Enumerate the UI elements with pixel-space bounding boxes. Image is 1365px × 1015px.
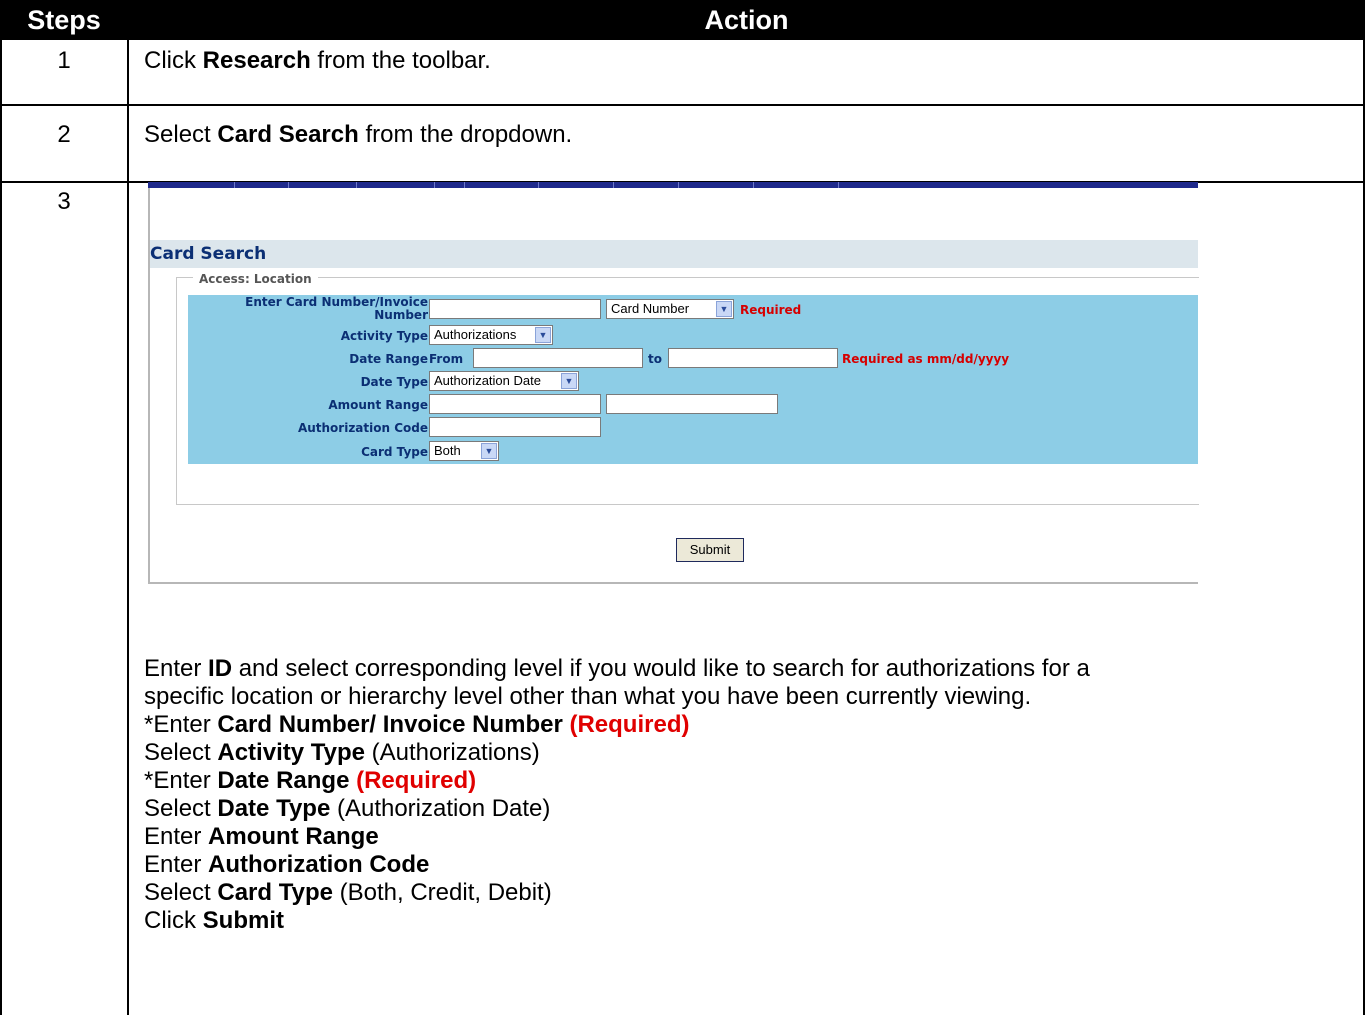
required-label: Required bbox=[740, 303, 802, 317]
screenshot-border bbox=[148, 582, 1198, 584]
table-header: Steps Action bbox=[0, 0, 1365, 40]
chevron-down-icon[interactable]: ▼ bbox=[481, 443, 497, 459]
to-label: to bbox=[648, 352, 662, 366]
form-row-card-type: Card Type Both ▼ bbox=[188, 439, 1198, 465]
instruction-line: Enter Amount Range bbox=[144, 823, 379, 850]
instruction-line: specific location or hierarchy level oth… bbox=[144, 683, 1032, 710]
form-row-authorization-code: Authorization Code bbox=[188, 416, 1198, 440]
step-action: Select Card Search from the dropdown. bbox=[144, 121, 572, 149]
step-3-instructions: Enter ID and select corresponding level … bbox=[144, 655, 1344, 935]
form-row-date-type: Date Type Authorization Date ▼ bbox=[188, 370, 1198, 394]
chevron-down-icon[interactable]: ▼ bbox=[535, 327, 551, 343]
instruction-line: *Enter Card Number/ Invoice Number (Requ… bbox=[144, 711, 690, 738]
form-row-activity-type: Activity Type Authorizations ▼ bbox=[188, 324, 1198, 348]
form-row-card-number: Enter Card Number/Invoice Number Card Nu… bbox=[188, 295, 1198, 325]
activity-type-select[interactable]: Authorizations ▼ bbox=[429, 325, 553, 345]
step-text: Click bbox=[144, 47, 203, 74]
card-number-type-select[interactable]: Card Number ▼ bbox=[606, 299, 734, 319]
amount-max-input[interactable] bbox=[606, 394, 778, 414]
chevron-down-icon[interactable]: ▼ bbox=[561, 373, 577, 389]
nav-bar bbox=[148, 182, 1198, 188]
date-to-input[interactable] bbox=[668, 348, 838, 368]
steps-header: Steps bbox=[27, 5, 101, 35]
activity-type-label: Activity Type bbox=[340, 329, 428, 343]
from-label: From bbox=[429, 352, 464, 366]
step-number: 2 bbox=[57, 121, 71, 148]
date-type-select[interactable]: Authorization Date ▼ bbox=[429, 371, 579, 391]
steps-table: Steps Action 1 Click Research from the t… bbox=[0, 0, 1365, 1015]
authorization-code-input[interactable] bbox=[429, 417, 601, 437]
instruction-line: Select Activity Type (Authorizations) bbox=[144, 739, 540, 766]
column-divider bbox=[127, 40, 129, 1015]
card-number-label: Enter Card Number/Invoice Number bbox=[245, 296, 428, 322]
chevron-down-icon[interactable]: ▼ bbox=[716, 301, 732, 317]
form-row-amount-range: Amount Range bbox=[188, 393, 1198, 417]
left-border bbox=[0, 40, 2, 1015]
date-type-label: Date Type bbox=[360, 375, 428, 389]
date-required-label: Required as mm/dd/yyyy bbox=[842, 352, 1010, 366]
select-value: Authorizations bbox=[434, 327, 517, 342]
step-number: 1 bbox=[57, 47, 71, 74]
page-title: Card Search bbox=[150, 244, 267, 264]
step-number: 3 bbox=[57, 188, 71, 215]
date-range-label: Date Range bbox=[349, 352, 428, 366]
step-emphasis: Research bbox=[202, 47, 311, 74]
select-value: Card Number bbox=[611, 301, 690, 316]
instruction-line: Select Date Type (Authorization Date) bbox=[144, 795, 551, 822]
fieldset-legend: Access: Location bbox=[193, 272, 318, 286]
instruction-line: Select Card Type (Both, Credit, Debit) bbox=[144, 879, 552, 906]
submit-button[interactable]: Submit bbox=[676, 538, 744, 562]
select-value: Authorization Date bbox=[434, 373, 541, 388]
card-type-label: Card Type bbox=[361, 445, 428, 459]
instruction-line: Enter Authorization Code bbox=[144, 851, 430, 878]
step-text: from the dropdown. bbox=[358, 121, 573, 148]
step-emphasis: Card Search bbox=[217, 121, 359, 148]
amount-range-label: Amount Range bbox=[328, 398, 428, 412]
card-number-input[interactable] bbox=[429, 299, 601, 319]
instruction-line: Click Submit bbox=[144, 907, 284, 934]
form-row-date-range: Date Range From to Required as mm/dd/yyy… bbox=[188, 347, 1198, 371]
instruction-line: *Enter Date Range (Required) bbox=[144, 767, 477, 794]
action-header: Action bbox=[704, 5, 789, 35]
page-title-bar: Card Search bbox=[150, 240, 1198, 268]
step-action: Click Research from the toolbar. bbox=[144, 47, 491, 75]
step-text: from the toolbar. bbox=[310, 47, 491, 74]
amount-min-input[interactable] bbox=[429, 394, 601, 414]
label-text: Number bbox=[374, 308, 428, 322]
step-text: Select bbox=[144, 121, 218, 148]
authorization-code-label: Authorization Code bbox=[297, 421, 428, 435]
row-divider bbox=[0, 104, 1365, 106]
instruction-line: Enter ID and select corresponding level … bbox=[144, 655, 1090, 682]
select-value: Both bbox=[434, 443, 461, 458]
card-search-screenshot: Card Search Access: Location Enter Card … bbox=[148, 182, 1199, 584]
card-type-select[interactable]: Both ▼ bbox=[429, 441, 499, 461]
date-from-input[interactable] bbox=[473, 348, 643, 368]
